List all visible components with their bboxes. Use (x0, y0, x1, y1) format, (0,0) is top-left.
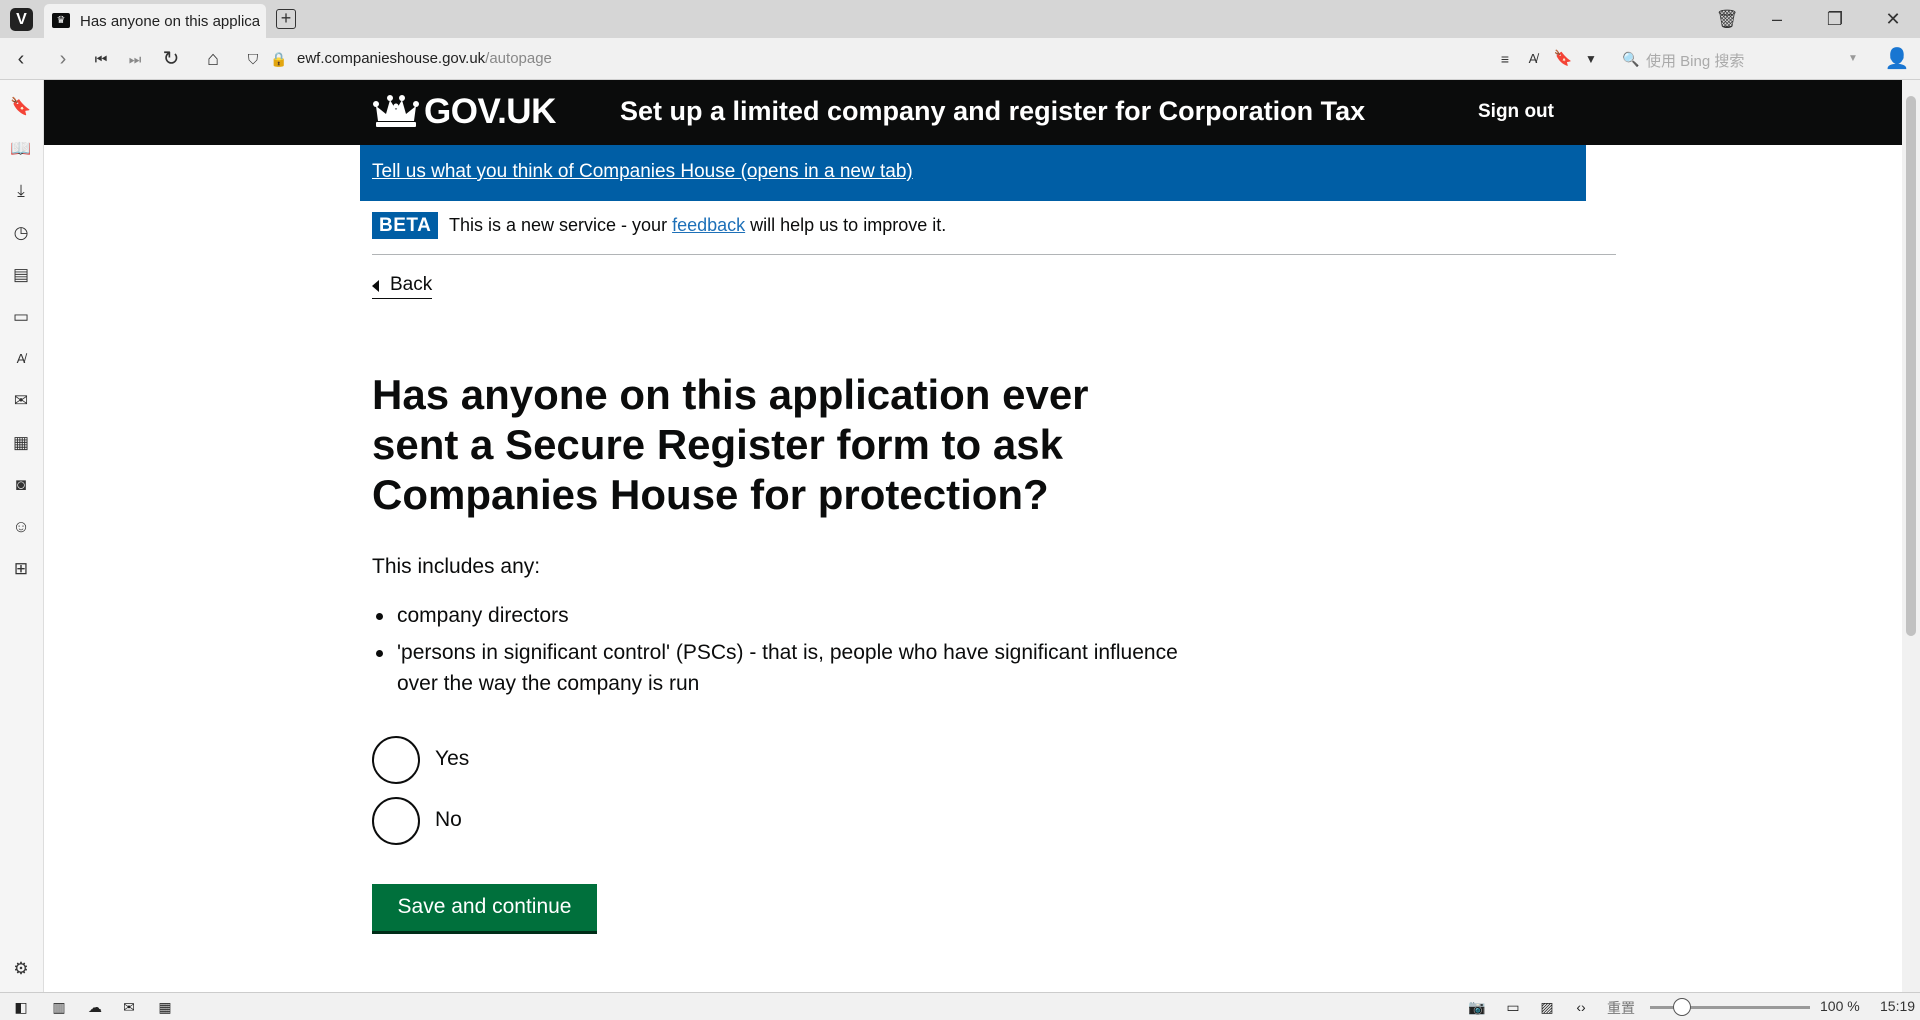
calendar-icon[interactable]: ▦ (10, 432, 32, 454)
bookmark-icon[interactable]: 🔖 (1550, 46, 1576, 72)
phase-banner: BETA This is a new service - your feedba… (372, 212, 1616, 255)
image-toggle-icon[interactable]: ▨ (1536, 997, 1558, 1017)
zoom-slider-handle[interactable] (1673, 998, 1691, 1016)
feeds-icon[interactable]: ◙ (10, 474, 32, 496)
feedback-banner: Tell us what you think of Companies Hous… (360, 145, 1586, 201)
status-bar: ◧ ▥ ☁ ✉ ▦ 📷 ▭ ▨ ‹› 重置 100 % 15:19 (0, 992, 1920, 1020)
tab-bar: V ♛ Has anyone on this applicat + 🗑 – ❐ … (0, 0, 1920, 38)
list-item: 'persons in significant control' (PSCs) … (372, 637, 1192, 699)
beta-tag: BETA (372, 212, 439, 239)
settings-gear-icon[interactable]: ⚙ (10, 958, 32, 980)
clock: 15:19 (1880, 998, 1916, 1014)
tab-title: Has anyone on this applicat (80, 13, 260, 30)
sync-cloud-icon[interactable]: ☁ (84, 997, 106, 1017)
new-tab-icon[interactable]: + (276, 9, 296, 29)
webpage: GOV.UK Set up a limited company and regi… (44, 80, 1902, 992)
vivaldi-menu-icon[interactable]: V (10, 8, 33, 31)
govuk-logo-text[interactable]: GOV.UK (424, 92, 556, 132)
service-name[interactable]: Set up a limited company and register fo… (620, 96, 1365, 127)
bookmarks-panel-icon[interactable]: 🔖 (10, 96, 32, 118)
phase-banner-text: This is a new service - your feedback wi… (449, 215, 946, 236)
bullet-icon (376, 613, 383, 620)
close-icon[interactable]: ✕ (1878, 6, 1908, 32)
tab-tiling-icon[interactable]: ▥ (48, 997, 70, 1017)
includes-label: This includes any: (372, 555, 541, 578)
translate-icon[interactable]: A̸ (1520, 46, 1546, 72)
search-engine-dropdown-icon[interactable]: ▼ (1840, 46, 1866, 72)
bullet-icon (376, 650, 383, 657)
reload-icon[interactable]: ↻ (158, 46, 184, 72)
page-title: Has anyone on this application ever sent… (372, 371, 1089, 518)
address-bar: ‹ › ⏮ ⏭ ↻ ⌂ ⛉ 🔒 ewf.companieshouse.gov.u… (0, 38, 1920, 80)
radio-yes[interactable] (372, 736, 420, 784)
zoom-reset-button[interactable]: 重置 (1607, 998, 1635, 1018)
minimize-icon[interactable]: – (1762, 6, 1792, 32)
reading-list-icon[interactable]: 📖 (10, 138, 32, 160)
save-and-continue-button[interactable]: Save and continue (372, 884, 597, 934)
add-panel-icon[interactable]: ⊞ (10, 558, 32, 580)
home-icon[interactable]: ⌂ (200, 46, 226, 72)
search-placeholder: 使用 Bing 搜索 (1646, 53, 1745, 70)
back-link-label: Back (390, 274, 433, 295)
browser-tab[interactable]: ♛ Has anyone on this applicat (44, 4, 266, 38)
radio-no[interactable] (372, 797, 420, 845)
search-field[interactable]: 🔍 使用 Bing 搜索 ▼ (1618, 45, 1866, 73)
downloads-icon[interactable]: ⤓ (10, 180, 32, 202)
list-item: company directors (372, 600, 1192, 631)
mail-icon[interactable]: ✉ (10, 390, 32, 412)
window-icon[interactable]: ▭ (1502, 997, 1524, 1017)
zoom-level[interactable]: 100 % (1820, 998, 1860, 1014)
list-item-text: company directors (397, 604, 569, 627)
radio-option-no[interactable]: No (372, 797, 672, 845)
mail-status-icon[interactable]: ✉ (118, 997, 140, 1017)
back-triangle-icon (372, 280, 379, 292)
browser-sidebar: 🔖 📖 ⤓ ◷ ▤ ▭ A̸ ✉ ▦ ◙ ☺ ⊞ ⚙ (0, 80, 44, 992)
feedback-link[interactable]: feedback (672, 215, 745, 235)
panel-toggle-icon[interactable]: ◧ (10, 997, 32, 1017)
scrollbar-thumb[interactable] (1906, 96, 1916, 636)
shield-icon[interactable]: ⛉ (240, 46, 266, 72)
url-domain: ewf.companieshouse.gov.uk (297, 50, 486, 67)
url-path: /autopage (485, 50, 552, 67)
back-link[interactable]: Back (372, 274, 433, 299)
radio-yes-label[interactable]: Yes (435, 747, 469, 771)
crown-favicon-icon: ♛ (52, 13, 70, 28)
translate-panel-icon[interactable]: A̸ (10, 348, 32, 370)
govuk-header: GOV.UK Set up a limited company and regi… (44, 80, 1902, 145)
restore-icon[interactable]: ❐ (1820, 6, 1850, 32)
window-panel-icon[interactable]: ▭ (10, 306, 32, 328)
forward-icon[interactable]: › (50, 46, 76, 72)
dropdown-icon[interactable]: ▼ (1578, 46, 1604, 72)
page-actions-icon[interactable]: ‹› (1570, 997, 1592, 1017)
camera-icon[interactable]: 📷 (1466, 997, 1488, 1017)
crown-logo-icon (373, 95, 419, 127)
list-item-text: 'persons in significant control' (PSCs) … (397, 641, 1178, 695)
reader-view-icon[interactable]: ≡ (1492, 46, 1518, 72)
radio-option-yes[interactable]: Yes (372, 736, 672, 784)
history-icon[interactable]: ◷ (10, 222, 32, 244)
fast-forward-icon[interactable]: ⏭ (122, 46, 148, 72)
phase-text-after: will help us to improve it. (745, 215, 947, 235)
page-scrollbar[interactable] (1902, 80, 1920, 992)
includes-list: company directors 'persons in significan… (372, 600, 1192, 705)
radio-no-label[interactable]: No (435, 808, 462, 832)
search-icon: 🔍 (1622, 51, 1640, 67)
contacts-icon[interactable]: ☺ (10, 516, 32, 538)
profile-avatar-icon[interactable]: 👤 (1884, 46, 1910, 72)
back-icon[interactable]: ‹ (8, 46, 34, 72)
sign-out-link[interactable]: Sign out (1478, 101, 1554, 123)
trash-icon[interactable]: 🗑 (1712, 6, 1742, 32)
notes-icon[interactable]: ▤ (10, 264, 32, 286)
lock-icon: 🔒 (270, 51, 288, 67)
rewind-icon[interactable]: ⏮ (88, 46, 114, 72)
calendar-status-icon[interactable]: ▦ (154, 997, 176, 1017)
feedback-survey-link[interactable]: Tell us what you think of Companies Hous… (372, 161, 913, 183)
phase-text-before: This is a new service - your (449, 215, 673, 235)
url-field[interactable]: ewf.companieshouse.gov.uk/autopage (297, 50, 552, 67)
